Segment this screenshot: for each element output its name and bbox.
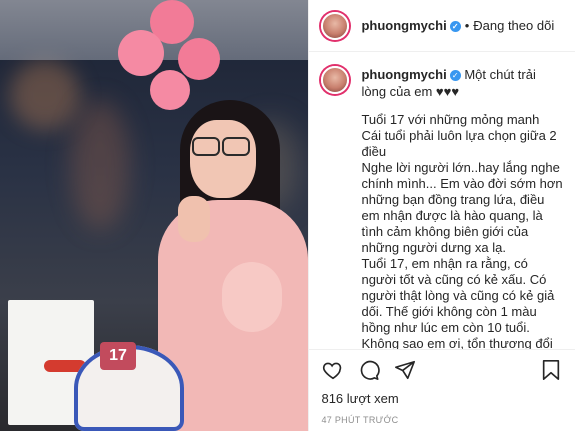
verified-badge-icon: ✓ — [449, 21, 461, 32]
balloon — [150, 70, 190, 110]
post-header: phuongmychi ✓ • Đang theo dõi — [309, 0, 575, 52]
like-button[interactable] — [321, 358, 345, 382]
caption-avatar[interactable] — [321, 66, 350, 94]
action-bar — [309, 349, 575, 389]
balloon — [178, 38, 220, 80]
post-timestamp[interactable]: 47 PHÚT TRƯỚC — [309, 409, 575, 431]
verified-badge-icon: ✓ — [449, 70, 461, 81]
caption-body: Tuổi 17 với những mỏng manh Cái tuổi phả… — [361, 112, 563, 349]
save-button[interactable] — [539, 358, 563, 382]
username-link[interactable]: phuongmychi ✓ — [361, 18, 461, 33]
separator-dot: • — [464, 18, 470, 33]
instagram-post: 17 phuongmychi ✓ • Đang theo dõi phuongmy… — [0, 0, 575, 431]
post-sidebar: phuongmychi ✓ • Đang theo dõi phuongmychi… — [308, 0, 575, 431]
caption-text-block: phuongmychi ✓ Một chút trải lòng của em ♥… — [361, 66, 563, 100]
bokeh-light — [10, 60, 80, 130]
praying-hands — [178, 196, 210, 242]
post-photo[interactable]: 17 — [0, 0, 309, 431]
comment-icon — [361, 360, 381, 380]
glasses — [192, 137, 220, 156]
cake-topper: 17 — [100, 342, 136, 370]
following-button[interactable]: Đang theo dõi — [473, 18, 554, 33]
heart-icon — [323, 362, 342, 379]
caption-line: phuongmychi ✓ Một chút trải lòng của em ♥… — [321, 66, 563, 100]
glasses — [222, 137, 250, 156]
caption-area: phuongmychi ✓ Một chút trải lòng của em ♥… — [309, 52, 575, 349]
person-face — [190, 120, 256, 198]
dress-sleeve — [222, 262, 282, 332]
username-text[interactable]: phuongmychi — [361, 18, 446, 33]
view-count[interactable]: 816 lượt xem — [309, 389, 575, 409]
share-button[interactable] — [393, 358, 417, 382]
avatar[interactable] — [321, 11, 350, 40]
bokeh-light — [70, 100, 130, 230]
bookmark-icon — [542, 359, 560, 380]
caption-username[interactable]: phuongmychi — [361, 67, 446, 82]
share-icon — [395, 360, 416, 379]
comment-button[interactable] — [357, 358, 381, 382]
balloon — [118, 30, 164, 76]
